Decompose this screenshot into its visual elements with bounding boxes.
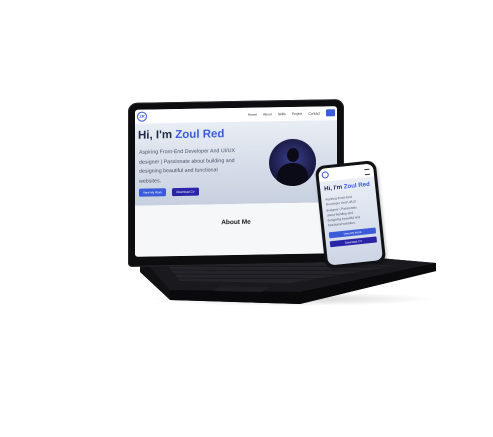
phone-greeting: Hi, I'm <box>323 183 343 193</box>
site-logo[interactable]: ZR <box>137 111 147 122</box>
phone-download-cv-button[interactable]: Download CV <box>329 236 378 248</box>
hero-section: Hi, I'm Zoul Red Aspiring Front-End Deve… <box>135 120 337 206</box>
avatar <box>269 138 316 187</box>
device-mockup-scene: ZR Home About Skills Project Contact Hi,… <box>0 0 493 437</box>
laptop-lid: ZR Home About Skills Project Contact Hi,… <box>128 99 344 267</box>
phone-screen: Hi, I'm Zoul Red Aspiring Front-End Deve… <box>318 163 383 266</box>
phone-navbar <box>318 163 375 183</box>
phone-mockup: Hi, I'm Zoul Red Aspiring Front-End Deve… <box>314 160 387 269</box>
laptop-screen: ZR Home About Skills Project Contact Hi,… <box>135 106 337 257</box>
phone-hero-description: Aspiring Front-End Developer And UI/UX d… <box>325 194 361 228</box>
nav-link-home[interactable]: Home <box>248 112 257 116</box>
nav-link-about[interactable]: About <box>263 112 272 116</box>
nav-link-contact[interactable]: Contact <box>308 111 320 115</box>
phone-hero-title: Hi, I'm Zoul Red <box>324 181 370 193</box>
hero-greeting: Hi, I'm <box>138 129 173 142</box>
nav-links: Home About Skills Project Contact <box>248 109 335 118</box>
phone-logo[interactable] <box>321 171 330 179</box>
nav-link-project[interactable]: Project <box>292 111 303 115</box>
hero-buttons: View My Work Download CV <box>139 187 199 197</box>
menu-button[interactable] <box>326 109 335 117</box>
about-section: About Me <box>135 202 337 257</box>
phone-name: Zoul Red <box>343 180 371 191</box>
avatar-silhouette-body <box>277 162 308 187</box>
hero-title: Hi, I'm Zoul Red <box>138 128 224 142</box>
download-cv-button[interactable]: Download CV <box>172 187 199 197</box>
about-title: About Me <box>221 218 251 227</box>
hero-name: Zoul Red <box>175 128 225 142</box>
hamburger-menu-icon[interactable] <box>364 168 370 176</box>
nav-link-skills[interactable]: Skills <box>278 112 286 116</box>
view-work-button[interactable]: View My Work <box>139 188 166 197</box>
avatar-silhouette-head <box>287 147 299 163</box>
hero-description: Aspiring Front-End Developer And UI/UX d… <box>139 148 235 185</box>
